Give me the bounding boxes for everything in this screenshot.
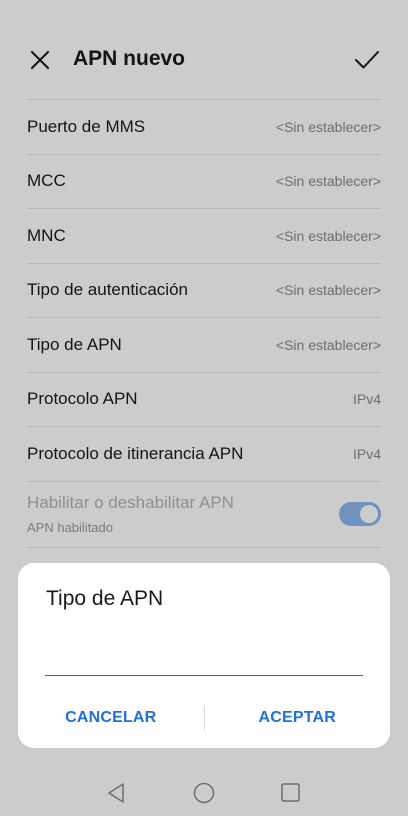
accept-button[interactable]: ACEPTAR [205, 709, 391, 727]
dialog-actions: CANCELAR ACEPTAR [18, 701, 390, 735]
dialog-title: Tipo de APN [46, 587, 164, 610]
apn-type-input[interactable] [45, 640, 363, 676]
apn-type-dialog: Tipo de APN CANCELAR ACEPTAR [18, 563, 390, 748]
cancel-button[interactable]: CANCELAR [18, 709, 204, 727]
